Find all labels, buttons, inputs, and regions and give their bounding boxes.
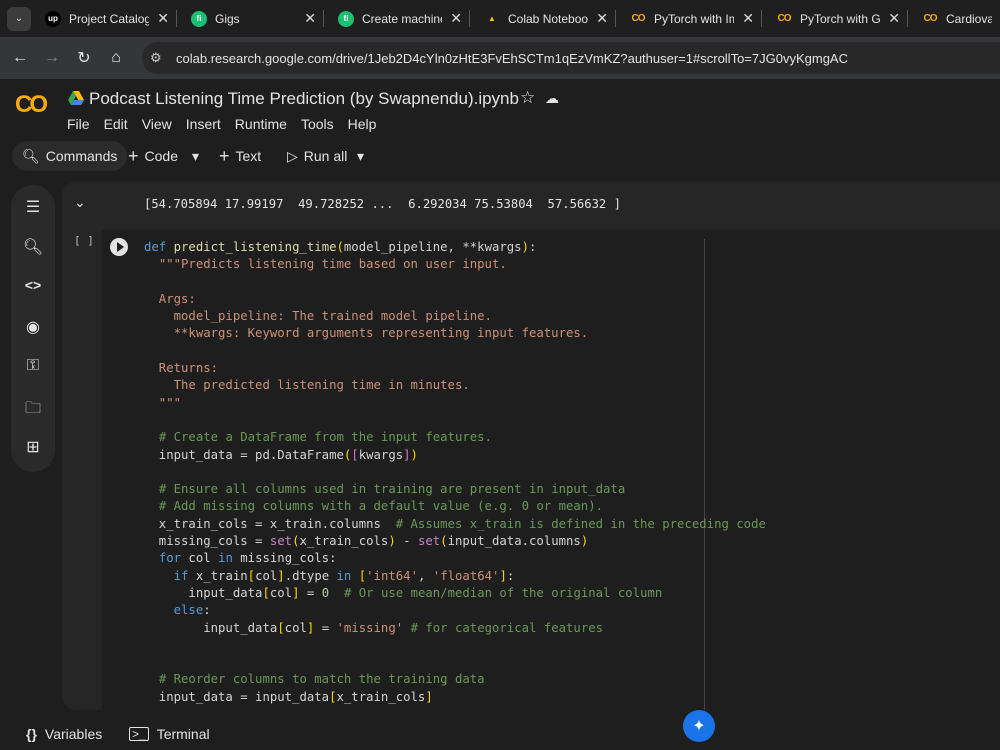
bottom-bar: {} Variables >_ Terminal bbox=[0, 718, 1000, 750]
browser-navbar: ← → ↻ ⌂ ⚙ colab.research.google.com/driv… bbox=[0, 37, 1000, 79]
menu-file[interactable]: File bbox=[67, 116, 90, 132]
colab-icon: CO bbox=[777, 13, 792, 24]
plus-icon: + bbox=[219, 145, 230, 166]
menu-view[interactable]: View bbox=[142, 116, 172, 132]
notebook-area: ⌄ [54.705894 17.99197 49.728252 ... 6.29… bbox=[62, 182, 1000, 710]
run-all-label: Run all bbox=[303, 148, 348, 164]
cloud-sync-icon[interactable]: ☁ bbox=[545, 90, 559, 107]
browser-tab[interactable]: CO PyTorch with Ima ✕ bbox=[616, 0, 762, 37]
menu-tools[interactable]: Tools bbox=[301, 116, 334, 132]
terminal-label: Terminal bbox=[156, 726, 210, 742]
add-text-button[interactable]: + Text bbox=[219, 141, 261, 171]
colab-logo[interactable]: CO bbox=[15, 91, 48, 119]
menu-bar: File Edit View Insert Runtime Tools Help bbox=[67, 116, 390, 132]
output-text: [54.705894 17.99197 49.728252 ... 6.2920… bbox=[144, 197, 621, 211]
tab-close-icon[interactable]: ✕ bbox=[888, 10, 900, 27]
tab-title: Project Catalog | bbox=[69, 11, 150, 26]
colab-icon: CO bbox=[631, 13, 646, 24]
tab-search-chevron-icon[interactable]: ⌄ bbox=[7, 6, 31, 31]
execution-count: [ ] bbox=[74, 234, 94, 247]
terminal-icon: >_ bbox=[129, 727, 149, 741]
menu-insert[interactable]: Insert bbox=[186, 116, 221, 132]
browser-tab[interactable]: CO Cardiovascul bbox=[908, 0, 1000, 37]
find-icon[interactable]: 🔍︎ bbox=[11, 237, 55, 257]
tab-title: PyTorch with Ima bbox=[654, 11, 735, 26]
run-all-button[interactable]: ▷ Run all bbox=[287, 141, 347, 171]
browser-tab-strip: ⌄ up Project Catalog | ✕ fi Gigs ✕ fi Create ma… bbox=[0, 0, 1000, 37]
tab-close-icon[interactable]: ✕ bbox=[157, 10, 169, 27]
tab-close-icon[interactable]: ✕ bbox=[304, 10, 316, 27]
browser-tab[interactable]: fi Create machine l ✕ bbox=[324, 0, 470, 37]
menu-runtime[interactable]: Runtime bbox=[235, 116, 287, 132]
variables-button[interactable]: {} Variables bbox=[26, 726, 102, 742]
code-editor[interactable]: def predict_listening_time(model_pipelin… bbox=[144, 239, 766, 706]
plus-icon: + bbox=[128, 145, 139, 166]
search-icon: 🔍︎ bbox=[22, 147, 40, 164]
browser-tab[interactable]: ▲ Colab Notebook ✕ bbox=[470, 0, 616, 37]
forward-arrow-icon[interactable]: → bbox=[36, 49, 68, 67]
fiverr-icon: fi bbox=[191, 10, 207, 27]
side-rail: ☰ 🔍︎ <> ◉ ⚿ 🗀 ⊞ bbox=[11, 185, 55, 472]
play-outline-icon: ▷ bbox=[287, 147, 298, 164]
menu-edit[interactable]: Edit bbox=[104, 116, 128, 132]
browser-tab[interactable]: up Project Catalog | ✕ bbox=[31, 0, 177, 37]
fiverr-icon: fi bbox=[338, 10, 354, 27]
tab-close-icon[interactable]: ✕ bbox=[450, 10, 462, 27]
back-arrow-icon[interactable]: ← bbox=[4, 49, 36, 67]
google-drive-icon: ▲ bbox=[488, 14, 496, 23]
tab-close-icon[interactable]: ✕ bbox=[596, 10, 608, 27]
commands-button[interactable]: 🔍︎ Commands bbox=[12, 141, 128, 171]
tab-title: Gigs bbox=[215, 11, 240, 26]
variables-inspector-icon[interactable]: ◉ bbox=[11, 317, 55, 337]
colab-header: CO Podcast Listening Time Prediction (by… bbox=[0, 79, 1000, 139]
code-label: Code bbox=[144, 148, 178, 164]
colab-toolbar: 🔍︎ Commands + Code ▾ + Text ▷ Run all ▾ bbox=[0, 139, 1000, 175]
browser-tab[interactable]: CO PyTorch with Gra ✕ bbox=[762, 0, 908, 37]
browser-tab[interactable]: fi Gigs ✕ bbox=[177, 0, 324, 37]
star-icon[interactable]: ☆ bbox=[520, 88, 535, 108]
home-icon[interactable]: ⌂ bbox=[100, 49, 132, 67]
colab-icon: CO bbox=[923, 13, 938, 24]
upwork-icon: up bbox=[45, 10, 61, 27]
files-folder-icon[interactable]: 🗀 bbox=[11, 397, 55, 424]
menu-help[interactable]: Help bbox=[348, 116, 377, 132]
run-cell-play-icon[interactable] bbox=[110, 238, 128, 256]
collapse-chevron-icon[interactable]: ⌄ bbox=[74, 194, 86, 211]
reload-icon[interactable]: ↻ bbox=[68, 48, 100, 68]
variables-label: Variables bbox=[44, 726, 103, 742]
tab-title: PyTorch with Gra bbox=[800, 11, 881, 26]
google-drive-icon[interactable] bbox=[68, 91, 84, 105]
secrets-key-icon[interactable]: ⚿ bbox=[11, 357, 55, 375]
braces-icon: {} bbox=[26, 726, 37, 742]
table-of-contents-icon[interactable]: ☰ bbox=[11, 197, 55, 217]
run-all-dropdown-chevron-icon[interactable]: ▾ bbox=[357, 141, 364, 171]
text-label: Text bbox=[235, 148, 262, 164]
url-text[interactable]: colab.research.google.com/drive/1Jeb2D4c… bbox=[176, 51, 848, 66]
data-table-icon[interactable]: ⊞ bbox=[11, 437, 55, 457]
gemini-sparkle-icon[interactable]: ✦ bbox=[683, 710, 715, 742]
commands-label: Commands bbox=[45, 148, 118, 164]
tab-title: Cardiovascul bbox=[946, 11, 992, 26]
code-snippets-icon[interactable]: <> bbox=[11, 277, 55, 293]
cell-output: ⌄ [54.705894 17.99197 49.728252 ... 6.29… bbox=[62, 194, 1000, 216]
code-dropdown-chevron-icon[interactable]: ▾ bbox=[192, 141, 199, 171]
terminal-button[interactable]: >_ Terminal bbox=[129, 726, 210, 742]
tab-title: Colab Notebook bbox=[508, 11, 589, 26]
notebook-title[interactable]: Podcast Listening Time Prediction (by Sw… bbox=[89, 89, 519, 109]
tab-title: Create machine l bbox=[362, 11, 443, 26]
site-info-icon[interactable]: ⚙ bbox=[150, 50, 172, 66]
tab-close-icon[interactable]: ✕ bbox=[742, 10, 754, 27]
address-bar[interactable]: ⚙ colab.research.google.com/drive/1Jeb2D… bbox=[142, 42, 1000, 74]
add-code-button[interactable]: + Code bbox=[128, 141, 178, 171]
